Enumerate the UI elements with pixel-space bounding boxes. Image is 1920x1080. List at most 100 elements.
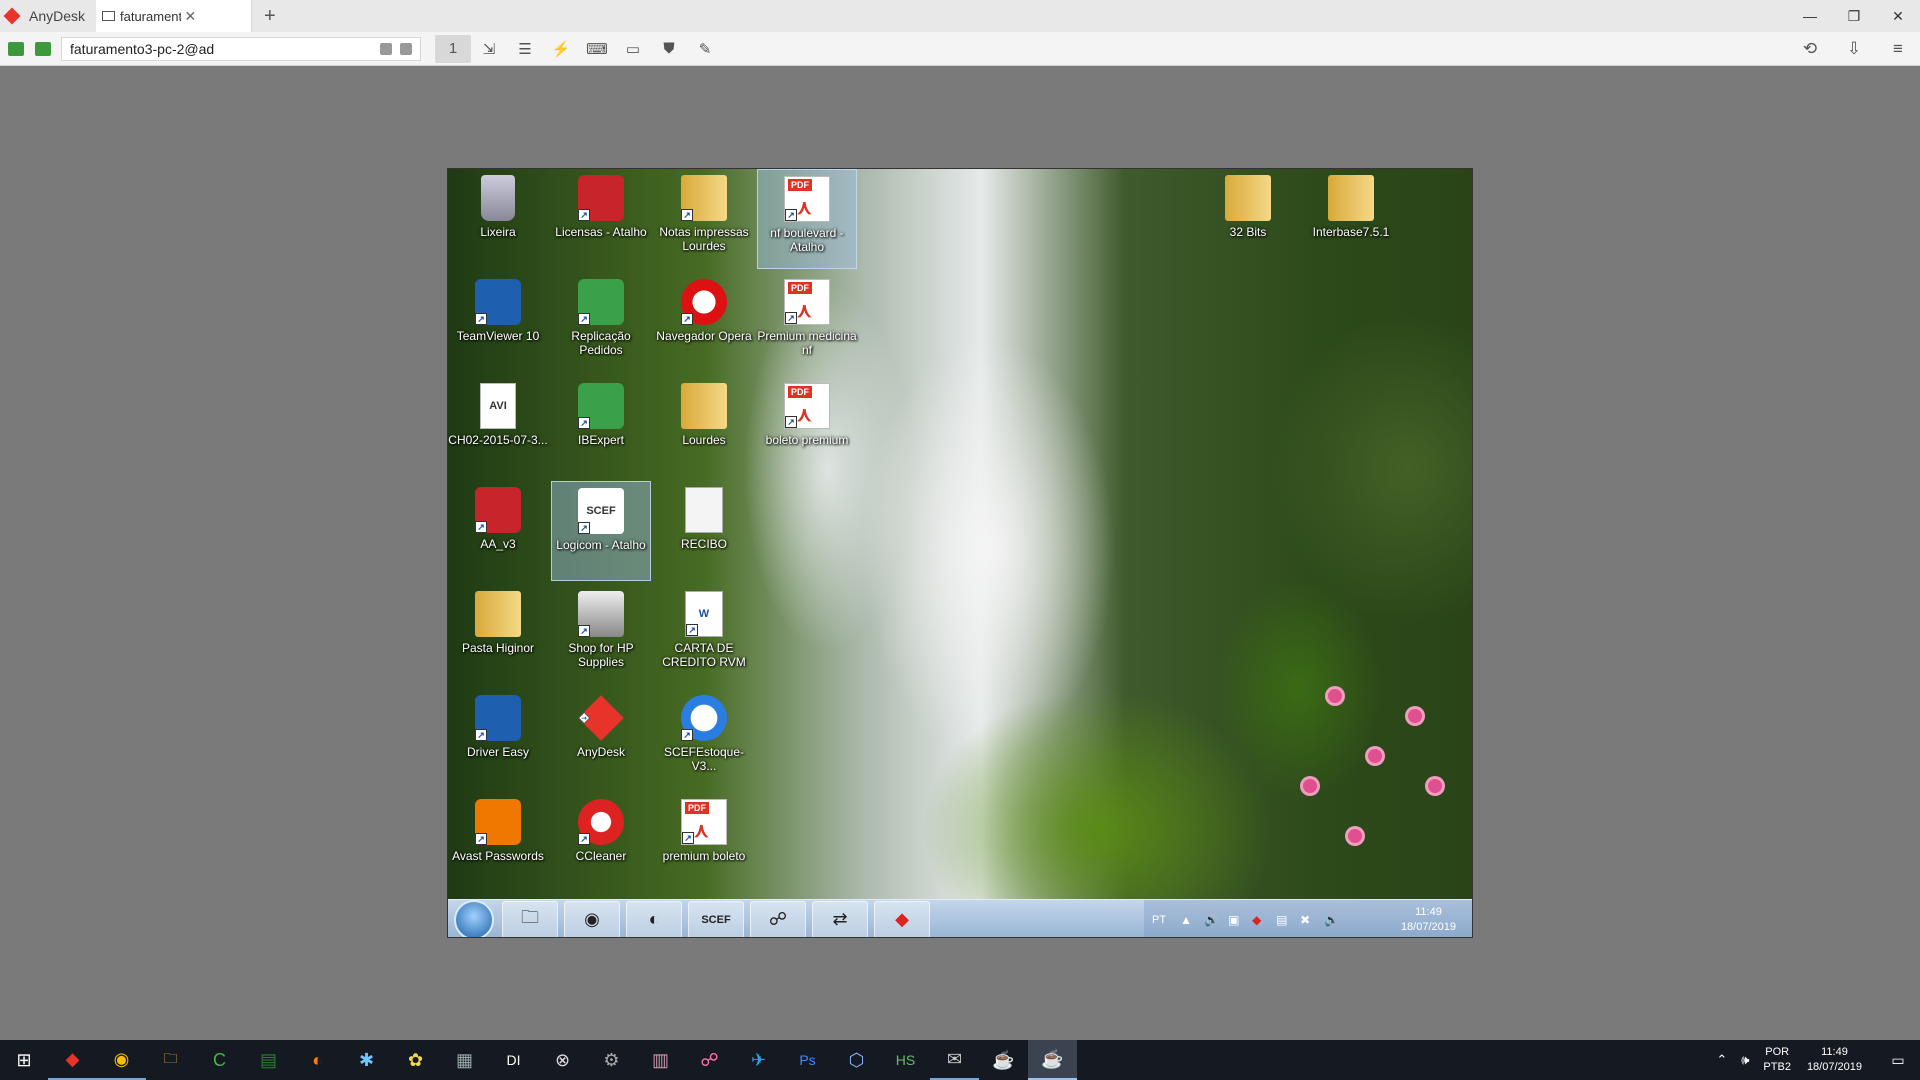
desktop-icon-anydesk[interactable]: ↗ AnyDesk [551, 689, 651, 789]
taskbar-telegram-icon[interactable]: ✈ [734, 1040, 783, 1080]
show-hidden-icons[interactable]: ⌃ [1716, 1052, 1727, 1068]
desktop-icon-ibexpert[interactable]: ↗ IBExpert [551, 377, 651, 477]
taskbar-network-dots-icon[interactable]: ☍ [685, 1040, 734, 1080]
keyboard-layout: PTB2 [1763, 1061, 1791, 1073]
desktop-icon-ccleaner[interactable]: ↗ CCleaner [551, 793, 651, 893]
taskbar-firefox-icon[interactable]: ◐ [293, 1040, 342, 1080]
remote-time: 11:49 [1415, 905, 1442, 918]
close-button[interactable]: ✕ [1876, 0, 1920, 32]
display-1-button[interactable]: 1 [435, 34, 471, 63]
menu-icon[interactable]: ≡ [1876, 34, 1920, 64]
remote-taskbar: 🗀 ◉ ◐ SCEF ☍ ⇄ ◆ PT ▲ 🔊 ▣ ◆ ▤ ✖ 🔈 11:49 … [448, 899, 1472, 937]
connection-status-icon[interactable] [8, 41, 24, 56]
taskbar-chrome-icon[interactable]: ◉ [97, 1040, 146, 1080]
taskbar-anydesk-icon[interactable]: ◆ [48, 1040, 97, 1080]
taskbar-slack-icon[interactable]: ✱ [342, 1040, 391, 1080]
desktop-icon-logicom[interactable]: SCEF ↗ Logicom - Atalho [551, 481, 651, 581]
local-clock[interactable]: 11:49 18/07/2019 [1807, 1045, 1862, 1075]
desktop-icon-lixeira[interactable]: Lixeira [448, 169, 548, 269]
taskbar-mail-app-icon[interactable]: ✉ [930, 1040, 979, 1080]
desktop-icon-boleto-premium[interactable]: PDF ⋏ ↗ boleto premium [757, 377, 857, 477]
taskbar-file-explorer-icon[interactable]: 🗀 [146, 1040, 195, 1080]
shortcut-arrow-icon: ↗ [475, 729, 487, 741]
desktop-icon-interbase[interactable]: Interbase7.5.1 [1301, 169, 1401, 269]
remote-taskbar-chrome[interactable]: ◉ [564, 900, 620, 937]
volume-icon[interactable]: 🕪 [1741, 1052, 1749, 1068]
desktop-icon-pasta-higinor[interactable]: Pasta Higinor [448, 585, 548, 685]
remote-taskbar-scef[interactable]: SCEF [688, 900, 744, 937]
tab-close-icon[interactable]: ✕ [185, 8, 246, 25]
favorite-icon[interactable] [400, 42, 412, 55]
input-language[interactable]: POR PTB2 [1763, 1045, 1791, 1075]
desktop-icon-32-bits[interactable]: 32 Bits [1198, 169, 1298, 269]
permissions-button[interactable]: ⛊ [651, 35, 687, 63]
taskbar-hs-app-icon[interactable]: HS [881, 1040, 930, 1080]
desktop-icon-premium-boleto[interactable]: PDF ⋏ ↗ premium boleto [654, 793, 754, 893]
desktop-icon-scefestoque[interactable]: ↗ SCEFEstoque-V3... [654, 689, 754, 789]
taskbar-spreadsheet-icon[interactable]: ▤ [244, 1040, 293, 1080]
taskbar-settings-app-icon[interactable]: ⚙ [587, 1040, 636, 1080]
pdf-icon: PDF ⋏ ↗ [784, 176, 830, 222]
desktop-icon-replicacao[interactable]: ↗ Replicação Pedidos [551, 273, 651, 373]
remote-taskbar-explorer[interactable]: 🗀 [502, 900, 558, 937]
remote-taskbar-anydesk[interactable]: ◆ [874, 900, 930, 937]
verified-icon[interactable] [35, 41, 51, 56]
actions-button[interactable]: ⚡ [543, 35, 579, 63]
taskbar-box-app-icon[interactable]: ⬡ [832, 1040, 881, 1080]
taskbar-network-app-icon[interactable]: ▦ [440, 1040, 489, 1080]
remote-clock[interactable]: 11:49 18/07/2019 [1401, 905, 1456, 935]
desktop-icon-driver-easy[interactable]: ↗ Driver Easy [448, 689, 548, 789]
taskbar-xbox-app-icon[interactable]: ⊗ [538, 1040, 587, 1080]
transfer-button[interactable]: ⇲ [471, 35, 507, 63]
remote-taskbar-firefox[interactable]: ◐ [626, 900, 682, 937]
notifications-icon[interactable]: ▭ [1876, 1040, 1920, 1080]
show-hidden-icons[interactable]: ▲ [1180, 913, 1194, 927]
taskbar-java-app-icon[interactable]: ☕ [979, 1040, 1028, 1080]
desktop-icon-premium-medicina[interactable]: PDF ⋏ ↗ Premium medicina nf [757, 273, 857, 373]
restore-button[interactable]: ❐ [1832, 0, 1876, 32]
network-tray-icon[interactable]: ▤ [1276, 913, 1290, 927]
desktop-icon-carta-credito[interactable]: W ↗ CARTA DE CREDITO RVM [654, 585, 754, 685]
whiteboard-button[interactable]: ✎ [687, 35, 723, 63]
desktop-icon-notas-impressas[interactable]: ↗ Notas impressas Lourdes [654, 169, 754, 269]
keyboard-button[interactable]: ⌨ [579, 35, 615, 63]
remote-desktop-view[interactable]: Lixeira ↗ Licensas - Atalho ↗ Notas impressa… [447, 168, 1473, 938]
desktop-icon-avast-passwords[interactable]: ↗ Avast Passwords [448, 793, 548, 893]
windows-start-icon[interactable]: ⊞ [0, 1040, 48, 1080]
desktop-icon-ch02-video[interactable]: AVI CH02-2015-07-3... [448, 377, 548, 477]
address-bar[interactable]: faturamento3-pc-2@ad [61, 36, 421, 61]
desktop-icon-label: AA_v3 [480, 537, 516, 551]
taskbar-winrar-icon[interactable]: ▥ [636, 1040, 685, 1080]
chat-button[interactable]: ☰ [507, 35, 543, 63]
remote-start-button[interactable] [454, 899, 494, 937]
taskbar-photoshop-icon[interactable]: Ps [783, 1040, 832, 1080]
desktop-icon-recibo[interactable]: RECIBO [654, 481, 754, 581]
address-info-icon[interactable] [380, 42, 392, 55]
anydesk-tray-icon[interactable]: ◆ [1252, 913, 1266, 927]
taskbar-camtasia-icon[interactable]: C [195, 1040, 244, 1080]
avast-tray-icon[interactable]: ▣ [1228, 913, 1242, 927]
taskbar-java-app-active-icon[interactable]: ☕ [1028, 1040, 1077, 1080]
display-settings-button[interactable]: ▭ [615, 35, 651, 63]
desktop-icon-aa-v3[interactable]: ↗ AA_v3 [448, 481, 548, 581]
bin-icon [481, 175, 515, 221]
desktop-icon-licensas[interactable]: ↗ Licensas - Atalho [551, 169, 651, 269]
taskbar-sheep-app-icon[interactable]: ✿ [391, 1040, 440, 1080]
taskbar-di-app-icon[interactable]: DI [489, 1040, 538, 1080]
remote-taskbar-network[interactable]: ☍ [750, 900, 806, 937]
minimize-button[interactable]: — [1788, 0, 1832, 32]
session-tab[interactable]: faturamento3-pc-... ✕ [96, 0, 252, 32]
action-center-icon[interactable]: ✖ [1300, 913, 1314, 927]
remote-taskbar-replicacao[interactable]: ⇄ [812, 900, 868, 937]
desktop-icon-lourdes[interactable]: Lourdes [654, 377, 754, 477]
desktop-icon-teamviewer[interactable]: ↗ TeamViewer 10 [448, 273, 548, 373]
volume-icon[interactable]: 🔈 [1324, 913, 1339, 927]
desktop-icon-opera[interactable]: ↗ Navegador Opera [654, 273, 754, 373]
remote-language[interactable]: PT [1152, 914, 1166, 926]
desktop-icon-shop-hp[interactable]: ↗ Shop for HP Supplies [551, 585, 651, 685]
download-icon[interactable]: ⇩ [1832, 34, 1876, 64]
desktop-icon-nf-boulevard[interactable]: PDF ⋏ ↗ nf boulevard - Atalho [757, 169, 857, 269]
new-tab-button[interactable]: + [264, 5, 284, 28]
history-icon[interactable]: ⟲ [1788, 34, 1832, 64]
speaker-icon[interactable]: 🔊 [1204, 913, 1219, 927]
